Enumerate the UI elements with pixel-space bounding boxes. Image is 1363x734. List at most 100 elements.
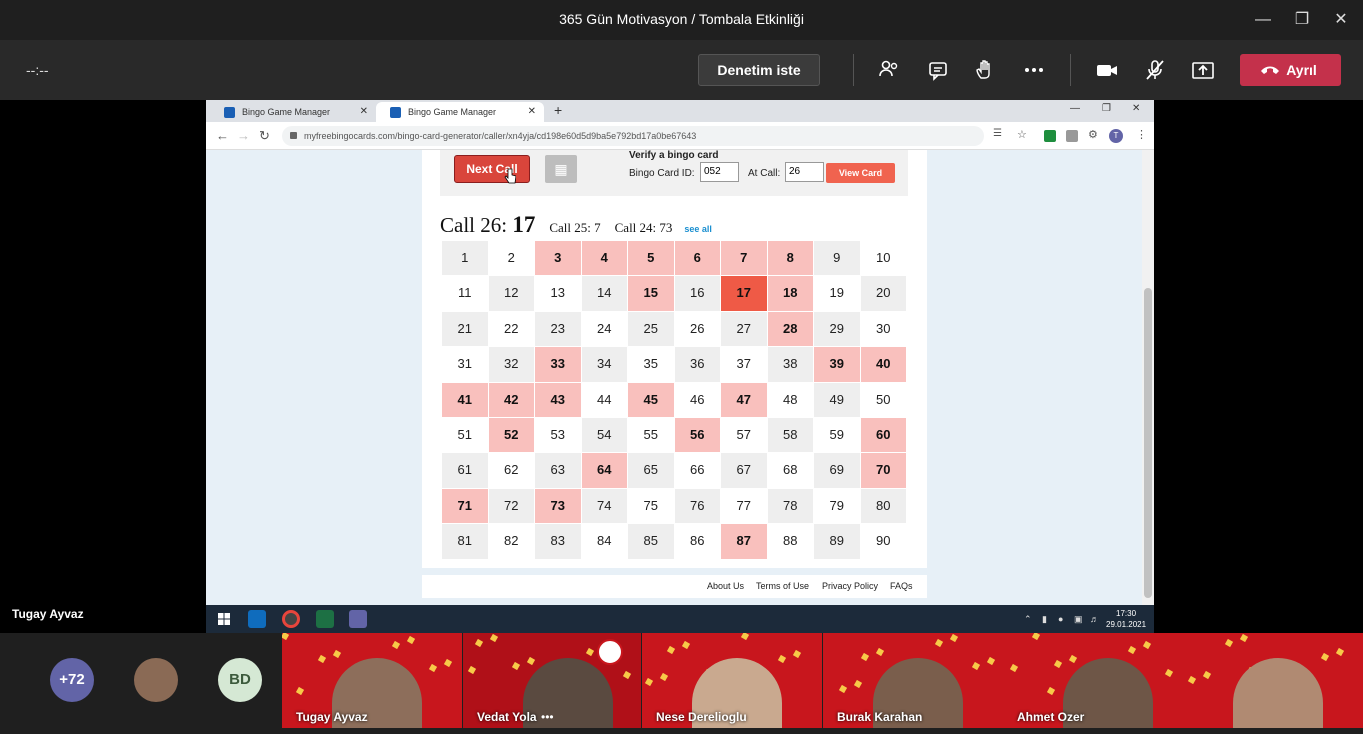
- browser-tab-active[interactable]: Bingo Game Manager ✕: [376, 102, 544, 122]
- bingo-number-cell: 83: [535, 524, 581, 559]
- reset-game-icon[interactable]: ▦: [545, 155, 577, 183]
- excel-icon[interactable]: [316, 610, 334, 628]
- back-icon[interactable]: ←: [216, 128, 229, 143]
- confetti-decoration: [666, 645, 676, 655]
- bingo-number-cell: 45: [628, 382, 674, 417]
- confetti-decoration: [428, 663, 438, 673]
- scrollbar-thumb[interactable]: [1144, 288, 1152, 598]
- bingo-number-cell: 71: [442, 488, 488, 524]
- confetti-decoration: [406, 635, 416, 645]
- browser-tab[interactable]: Bingo Game Manager ✕: [210, 102, 376, 122]
- more-options-icon[interactable]: [1020, 56, 1048, 84]
- video-tile[interactable]: Nese Derelioglu: [642, 633, 822, 728]
- current-call: Call 26: 17: [440, 212, 535, 237]
- video-tile[interactable]: Vedat Yola •••: [463, 633, 641, 728]
- network-icon: ▣: [1074, 614, 1083, 624]
- page-scrollbar[interactable]: [1142, 150, 1154, 605]
- bingo-number-cell: 75: [628, 488, 674, 524]
- new-tab-icon[interactable]: +: [554, 102, 562, 118]
- bingo-number-cell: 54: [581, 417, 627, 453]
- video-tile[interactable]: Ahmet Ozer: [1003, 633, 1183, 728]
- leave-label: Ayrıl: [1286, 62, 1317, 78]
- bookmark-star-icon[interactable]: ☆: [1017, 128, 1027, 141]
- browser-toolbar: ← → ↻ myfreebingocards.com/bingo-card-ge…: [206, 122, 1154, 150]
- bingo-number-cell: 84: [581, 524, 627, 559]
- confetti-decoration: [526, 656, 536, 666]
- next-call-button[interactable]: Next Call: [454, 155, 530, 183]
- minimize-icon[interactable]: —: [1251, 8, 1275, 32]
- confetti-decoration: [860, 652, 870, 662]
- bingo-number-cell: 80: [860, 488, 906, 524]
- extensions-puzzle-icon[interactable]: ⚙: [1088, 128, 1098, 141]
- confetti-decoration: [1009, 663, 1019, 673]
- video-tile[interactable]: Burak Karahan: [823, 633, 1003, 728]
- teams-icon[interactable]: [349, 610, 367, 628]
- video-tile[interactable]: [1183, 633, 1363, 728]
- share-screen-icon[interactable]: [1189, 56, 1217, 84]
- chrome-icon[interactable]: [282, 610, 300, 628]
- confetti-decoration: [1053, 659, 1063, 669]
- participant-name: Ahmet Ozer: [1017, 710, 1085, 724]
- raise-hand-icon[interactable]: [971, 56, 999, 84]
- browser-menu-icon[interactable]: ⋮: [1136, 128, 1147, 141]
- close-tab-icon[interactable]: ✕: [528, 102, 536, 122]
- microphone-muted-icon[interactable]: [1141, 56, 1169, 84]
- confetti-decoration: [282, 633, 290, 641]
- forward-icon[interactable]: →: [237, 128, 250, 143]
- confetti-decoration: [1046, 686, 1056, 696]
- leave-button[interactable]: Ayrıl: [1240, 54, 1341, 86]
- see-all-link[interactable]: see all: [684, 224, 712, 234]
- overflow-participants[interactable]: +72: [50, 658, 94, 702]
- hang-up-icon: [1261, 66, 1279, 74]
- tray-chevron-icon[interactable]: ⌃: [1024, 614, 1032, 625]
- terms-of-use-link[interactable]: Terms of Use: [756, 581, 809, 591]
- close-tab-icon[interactable]: ✕: [360, 102, 368, 122]
- profile-avatar[interactable]: T: [1109, 129, 1123, 143]
- browser-close-icon[interactable]: ✕: [1132, 103, 1140, 114]
- bingo-number-cell: 47: [721, 382, 767, 417]
- privacy-policy-link[interactable]: Privacy Policy: [822, 581, 878, 591]
- card-id-input[interactable]: 052: [700, 162, 739, 182]
- browser-restore-icon[interactable]: ❐: [1102, 103, 1111, 114]
- bingo-number-cell: 24: [581, 311, 627, 347]
- avatar[interactable]: [134, 658, 178, 702]
- bingo-number-cell: 21: [442, 311, 488, 347]
- browser-minimize-icon[interactable]: —: [1070, 103, 1080, 114]
- at-call-label: At Call:: [748, 168, 781, 179]
- close-icon[interactable]: ✕: [1329, 8, 1353, 32]
- more-options-icon[interactable]: •••: [541, 710, 554, 724]
- at-call-input[interactable]: 26: [785, 162, 824, 182]
- translate-icon[interactable]: ☰: [993, 128, 1002, 139]
- bingo-number-cell: 31: [442, 347, 488, 382]
- bingo-number-cell: 87: [721, 524, 767, 559]
- outlook-icon[interactable]: [248, 610, 266, 628]
- bingo-number-cell: 78: [767, 488, 813, 524]
- about-us-link[interactable]: About Us: [707, 581, 744, 591]
- maximize-icon[interactable]: ❐: [1290, 8, 1314, 32]
- camera-icon[interactable]: [1093, 56, 1121, 84]
- request-control-button[interactable]: Denetim iste: [698, 54, 820, 86]
- current-call-label: Call 26:: [440, 213, 508, 237]
- windows-start-icon[interactable]: [215, 610, 233, 628]
- bingo-number-cell: 66: [674, 453, 720, 488]
- bingo-number-cell: 41: [442, 382, 488, 417]
- divider: [853, 54, 854, 86]
- faqs-link[interactable]: FAQs: [890, 581, 913, 591]
- chat-icon[interactable]: [924, 56, 952, 84]
- address-bar[interactable]: myfreebingocards.com/bingo-card-generato…: [282, 126, 984, 146]
- confetti-decoration: [1320, 652, 1330, 662]
- view-card-button[interactable]: View Card: [826, 163, 895, 183]
- video-tile[interactable]: Tugay Ayvaz: [282, 633, 462, 728]
- extension-icon[interactable]: [1066, 130, 1078, 142]
- bingo-number-cell: 22: [488, 311, 534, 347]
- bingo-number-cell: 16: [674, 276, 720, 311]
- bingo-number-cell: 49: [814, 382, 860, 417]
- participants-icon[interactable]: [875, 56, 903, 84]
- avatar-initials[interactable]: BD: [218, 658, 262, 702]
- bingo-number-cell: 12: [488, 276, 534, 311]
- bingo-number-cell: 13: [535, 276, 581, 311]
- reload-icon[interactable]: ↻: [259, 128, 270, 144]
- confetti-decoration: [585, 647, 595, 657]
- extension-icon[interactable]: [1044, 130, 1056, 142]
- confetti-decoration: [681, 640, 691, 650]
